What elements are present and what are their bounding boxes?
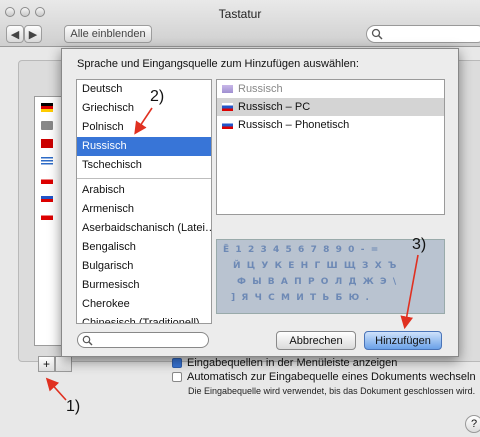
- language-item[interactable]: Burmesisch: [77, 276, 211, 295]
- search-icon: [371, 28, 383, 40]
- polish-flag-icon: [41, 175, 53, 184]
- keyboard-row: Й Ц У К Е Н Г Ш Щ З Х Ъ: [233, 261, 397, 271]
- forward-button[interactable]: ▶: [24, 25, 42, 43]
- auto-switch-label: Automatisch zur Eingabequelle eines Doku…: [187, 371, 476, 383]
- greek-flag-icon: [41, 157, 53, 166]
- keyboard-row: Ф Ы В А П Р О Л Д Ж Э \: [237, 277, 397, 287]
- auto-switch-note: Die Eingabequelle wird verwendet, bis da…: [188, 386, 476, 396]
- list-divider: [77, 178, 211, 179]
- show-all-button[interactable]: Alle einblenden: [64, 25, 152, 43]
- russian-flag-icon: [222, 103, 233, 111]
- language-item[interactable]: Arabisch: [77, 181, 211, 200]
- auto-switch-checkbox[interactable]: [172, 372, 182, 382]
- back-arrow-icon: ◀: [10, 28, 20, 41]
- window-title: Tastatur: [218, 7, 262, 21]
- language-item[interactable]: Tschechisch: [77, 156, 211, 175]
- russian-flag-icon: [41, 193, 53, 202]
- czech-flag-icon: [41, 211, 53, 220]
- source-item[interactable]: Russisch: [217, 80, 444, 98]
- keyboard-icon: [41, 121, 53, 130]
- language-item[interactable]: Cherokee: [77, 295, 211, 314]
- show-in-menubar-option[interactable]: Eingabequellen in der Menüleiste anzeige…: [172, 357, 397, 369]
- language-list[interactable]: Deutsch Griechisch Polnisch Russisch Tsc…: [76, 79, 212, 324]
- toolbar-search-field[interactable]: [366, 25, 480, 43]
- input-source-list[interactable]: Russisch Russisch – PC Russisch – Phonet…: [216, 79, 445, 215]
- language-item[interactable]: Chinesisch (Traditionell): [77, 314, 211, 323]
- remove-source-button[interactable]: [55, 356, 72, 372]
- keyboard-preview: Ё 1 2 3 4 5 6 7 8 9 0 - = Й Ц У К Е Н Г …: [216, 239, 445, 314]
- language-item[interactable]: Deutsch: [77, 80, 211, 99]
- add-input-source-sheet: Sprache und Eingangsquelle zum Hinzufüge…: [61, 48, 459, 357]
- add-source-button[interactable]: +: [38, 356, 55, 372]
- language-search-field[interactable]: [77, 332, 209, 348]
- language-item[interactable]: Bulgarisch: [77, 257, 211, 276]
- show-in-menubar-checkbox[interactable]: [172, 358, 182, 368]
- back-button[interactable]: ◀: [6, 25, 24, 43]
- arrow-1: [45, 377, 67, 401]
- auto-switch-option[interactable]: Automatisch zur Eingabequelle eines Doku…: [172, 371, 476, 383]
- keyboard-row: ] Я Ч С М И Т Ь Б Ю .: [231, 293, 369, 303]
- language-item[interactable]: Armenisch: [77, 200, 211, 219]
- source-item[interactable]: Russisch – Phonetisch: [217, 116, 444, 134]
- annotation-1: 1): [66, 398, 81, 415]
- forward-arrow-icon: ▶: [28, 28, 38, 41]
- window-titlebar: Tastatur ◀ ▶ Alle einblenden: [0, 0, 480, 47]
- show-in-menubar-label: Eingabequellen in der Menüleiste anzeige…: [187, 357, 398, 369]
- add-button[interactable]: Hinzufügen: [364, 331, 442, 350]
- swiss-flag-icon: [41, 139, 53, 148]
- language-item[interactable]: Polnisch: [77, 118, 211, 137]
- language-item[interactable]: Griechisch: [77, 99, 211, 118]
- sheet-prompt: Sprache und Eingangsquelle zum Hinzufüge…: [77, 58, 359, 70]
- russian-flag-icon: [222, 85, 233, 93]
- annotation-3: 3): [412, 236, 427, 253]
- source-item-selected[interactable]: Russisch – PC: [217, 98, 444, 116]
- search-icon: [82, 335, 93, 346]
- language-item[interactable]: Bengalisch: [77, 238, 211, 257]
- annotation-2: 2): [150, 88, 165, 105]
- german-flag-icon: [41, 103, 53, 112]
- cancel-button[interactable]: Abbrechen: [276, 331, 356, 350]
- source-item-label: Russisch: [238, 83, 283, 95]
- source-item-label: Russisch – PC: [238, 101, 311, 113]
- source-item-label: Russisch – Phonetisch: [238, 119, 350, 131]
- language-item-selected[interactable]: Russisch: [77, 137, 211, 156]
- russian-flag-icon: [222, 121, 233, 129]
- help-button[interactable]: ?: [465, 415, 480, 433]
- language-item[interactable]: Aserbaidschanisch (Latei…: [77, 219, 211, 238]
